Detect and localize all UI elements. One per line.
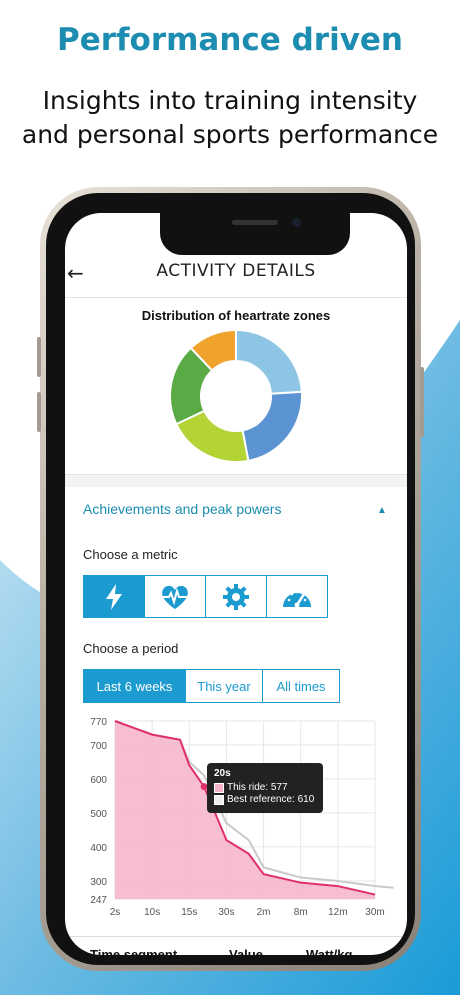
period-last-6-weeks-button[interactable]: Last 6 weeks bbox=[83, 669, 186, 703]
y-tick-label: 300 bbox=[90, 877, 107, 888]
peak-power-chart: 247 300 400 500 600 700 770 2s 10s 15s 30s 2m 8m 12m 3… bbox=[90, 717, 394, 918]
phone-notch bbox=[160, 213, 350, 255]
hero-subline-line-2: and personal sports performance bbox=[21, 120, 439, 149]
x-tick-label: 15s bbox=[181, 907, 197, 918]
y-tick-label: 247 bbox=[90, 895, 107, 906]
achievements-header[interactable]: Achievements and peak powers bbox=[83, 501, 281, 517]
x-tick-label: 30m bbox=[365, 907, 384, 918]
caret-up-icon[interactable]: ▲ bbox=[377, 505, 387, 516]
period-all-times-button[interactable]: All times bbox=[262, 669, 340, 703]
y-tick-label: 770 bbox=[90, 717, 107, 728]
page-title: ACTIVITY DETAILS bbox=[156, 261, 316, 281]
peak-table-header: Time segment Value Watt/kg bbox=[65, 936, 407, 955]
tooltip-this-ride: This ride: 577 bbox=[227, 782, 288, 793]
this-ride-swatch bbox=[214, 782, 224, 793]
y-tick-label: 400 bbox=[90, 843, 107, 854]
choose-period-label: Choose a period bbox=[83, 641, 179, 656]
phone-side-button bbox=[420, 367, 424, 437]
phone-side-button bbox=[37, 337, 41, 377]
lightning-icon bbox=[106, 583, 122, 610]
speedometer-icon bbox=[283, 590, 311, 607]
column-time-segment[interactable]: Time segment bbox=[90, 947, 177, 955]
x-tick-label: 10s bbox=[144, 907, 160, 918]
x-tick-label: 12m bbox=[328, 907, 347, 918]
phone-screen: ← ACTIVITY DETAILS Distribution of heart… bbox=[65, 213, 407, 955]
donut-slice-1 bbox=[235, 328, 303, 395]
y-tick-label: 700 bbox=[90, 741, 107, 752]
column-watt-kg[interactable]: Watt/kg bbox=[306, 947, 352, 955]
heartrate-donut-chart bbox=[169, 328, 303, 463]
best-reference-swatch bbox=[214, 794, 224, 805]
camera-icon bbox=[292, 218, 301, 227]
app-bar: ← ACTIVITY DETAILS bbox=[65, 249, 407, 293]
heartrate-chart-title: Distribution of heartrate zones bbox=[141, 308, 331, 323]
x-tick-label: 30s bbox=[218, 907, 234, 918]
tooltip-row-this-ride: This ride: 577 bbox=[214, 782, 316, 793]
heart-pulse-icon bbox=[161, 585, 189, 609]
column-value[interactable]: Value bbox=[229, 947, 263, 955]
metric-speed-button[interactable] bbox=[266, 575, 328, 618]
y-tick-label: 600 bbox=[90, 775, 107, 786]
tooltip-title: 20s bbox=[214, 768, 231, 779]
chart-tooltip: 20s This ride: 577 Best reference: 610 bbox=[207, 763, 323, 813]
hero-subline-line-1: Insights into training intensity bbox=[42, 86, 418, 115]
donut-slice-2 bbox=[241, 390, 303, 463]
x-tick-label: 2s bbox=[110, 907, 121, 918]
phone-frame: ← ACTIVITY DETAILS Distribution of heart… bbox=[37, 187, 424, 971]
metric-heartrate-button[interactable] bbox=[144, 575, 206, 618]
metric-cadence-button[interactable] bbox=[205, 575, 267, 618]
phone-bezel: ← ACTIVITY DETAILS Distribution of heart… bbox=[46, 193, 415, 965]
tooltip-best-reference: Best reference: 610 bbox=[227, 794, 315, 805]
period-this-year-button[interactable]: This year bbox=[185, 669, 263, 703]
section-divider bbox=[65, 475, 407, 487]
hero-headline: Performance driven bbox=[57, 22, 403, 58]
tooltip-row-best-reference: Best reference: 610 bbox=[214, 794, 316, 805]
hero-subline: Insights into training intensity and per… bbox=[0, 84, 460, 152]
heartrate-zones-card: Distribution of heartrate zones bbox=[65, 297, 407, 475]
gear-icon bbox=[223, 583, 249, 610]
y-tick-label: 500 bbox=[90, 809, 107, 820]
x-tick-label: 8m bbox=[294, 907, 308, 918]
metric-power-button[interactable] bbox=[83, 575, 145, 618]
choose-metric-label: Choose a metric bbox=[83, 547, 178, 562]
x-tick-label: 2m bbox=[257, 907, 271, 918]
speaker-grille bbox=[232, 220, 278, 225]
phone-side-button bbox=[37, 392, 41, 432]
